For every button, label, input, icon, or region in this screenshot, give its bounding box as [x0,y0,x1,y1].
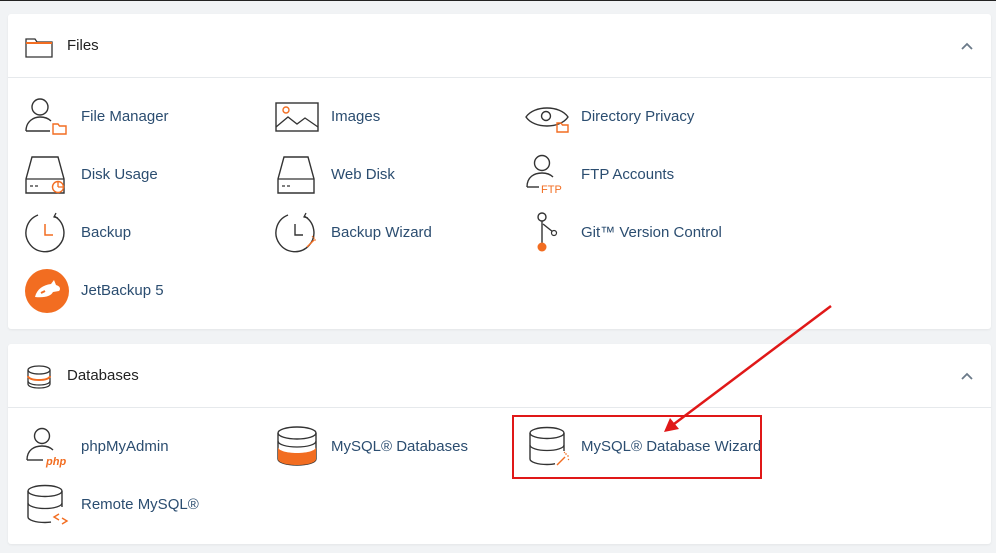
ftp-accounts-label: FTP Accounts [581,166,675,183]
files-panel-title: Files [67,37,99,54]
images-label: Images [331,108,381,125]
backup-icon [25,212,65,253]
directory-privacy-icon [525,107,569,133]
disk-usage-icon [25,156,65,194]
remote-mysql-icon [27,484,69,525]
file-manager-icon [25,98,67,135]
web-disk-icon [277,156,315,194]
git-icon [537,212,558,252]
svg-text:FTP: FTP [541,184,562,196]
disk-usage-label: Disk Usage [81,166,158,183]
annotation-highlight-box [512,415,762,479]
databases-panel-header[interactable]: Databases [8,344,991,408]
web-disk-label: Web Disk [331,166,395,183]
file-manager-label: File Manager [81,108,169,125]
file-manager-item[interactable]: File Manager [24,95,224,139]
images-icon [275,102,319,132]
chevron-up-icon[interactable] [959,368,975,384]
ftp-accounts-icon: FTP [526,154,562,196]
web-disk-item[interactable]: Web Disk [274,153,474,197]
chevron-up-icon[interactable] [959,38,975,54]
phpmyadmin-item[interactable]: php phpMyAdmin [24,425,224,469]
files-panel-header[interactable]: Files [8,14,991,78]
git-version-control-label: Git™ Version Control [581,224,722,241]
backup-item[interactable]: Backup [24,211,224,255]
backup-wizard-label: Backup Wizard [331,224,432,241]
jetbackup-label: JetBackup 5 [81,282,164,299]
directory-privacy-item[interactable]: Directory Privacy [524,95,744,139]
images-item[interactable]: Images [274,95,474,139]
top-border [0,0,996,1]
backup-wizard-item[interactable]: Backup Wizard [274,211,474,255]
disk-usage-item[interactable]: Disk Usage [24,153,224,197]
mysql-databases-item[interactable]: MySQL® Databases [274,425,484,469]
directory-privacy-label: Directory Privacy [581,108,695,125]
git-version-control-item[interactable]: Git™ Version Control [524,211,744,255]
mysql-databases-label: MySQL® Databases [331,438,468,455]
jetbackup-icon [25,269,69,313]
jetbackup-item[interactable]: JetBackup 5 [24,269,224,313]
folder-icon [25,38,53,58]
database-icon [27,365,51,389]
remote-mysql-item[interactable]: Remote MySQL® [24,483,224,527]
phpmyadmin-icon: php [26,427,66,468]
mysql-databases-icon [277,426,317,466]
backup-label: Backup [81,224,132,241]
svg-text:php: php [45,456,66,468]
backup-wizard-icon [275,212,316,253]
databases-panel-title: Databases [67,367,139,384]
ftp-accounts-item[interactable]: FTP FTP Accounts [524,153,724,197]
remote-mysql-label: Remote MySQL® [81,496,199,513]
phpmyadmin-label: phpMyAdmin [81,438,169,455]
